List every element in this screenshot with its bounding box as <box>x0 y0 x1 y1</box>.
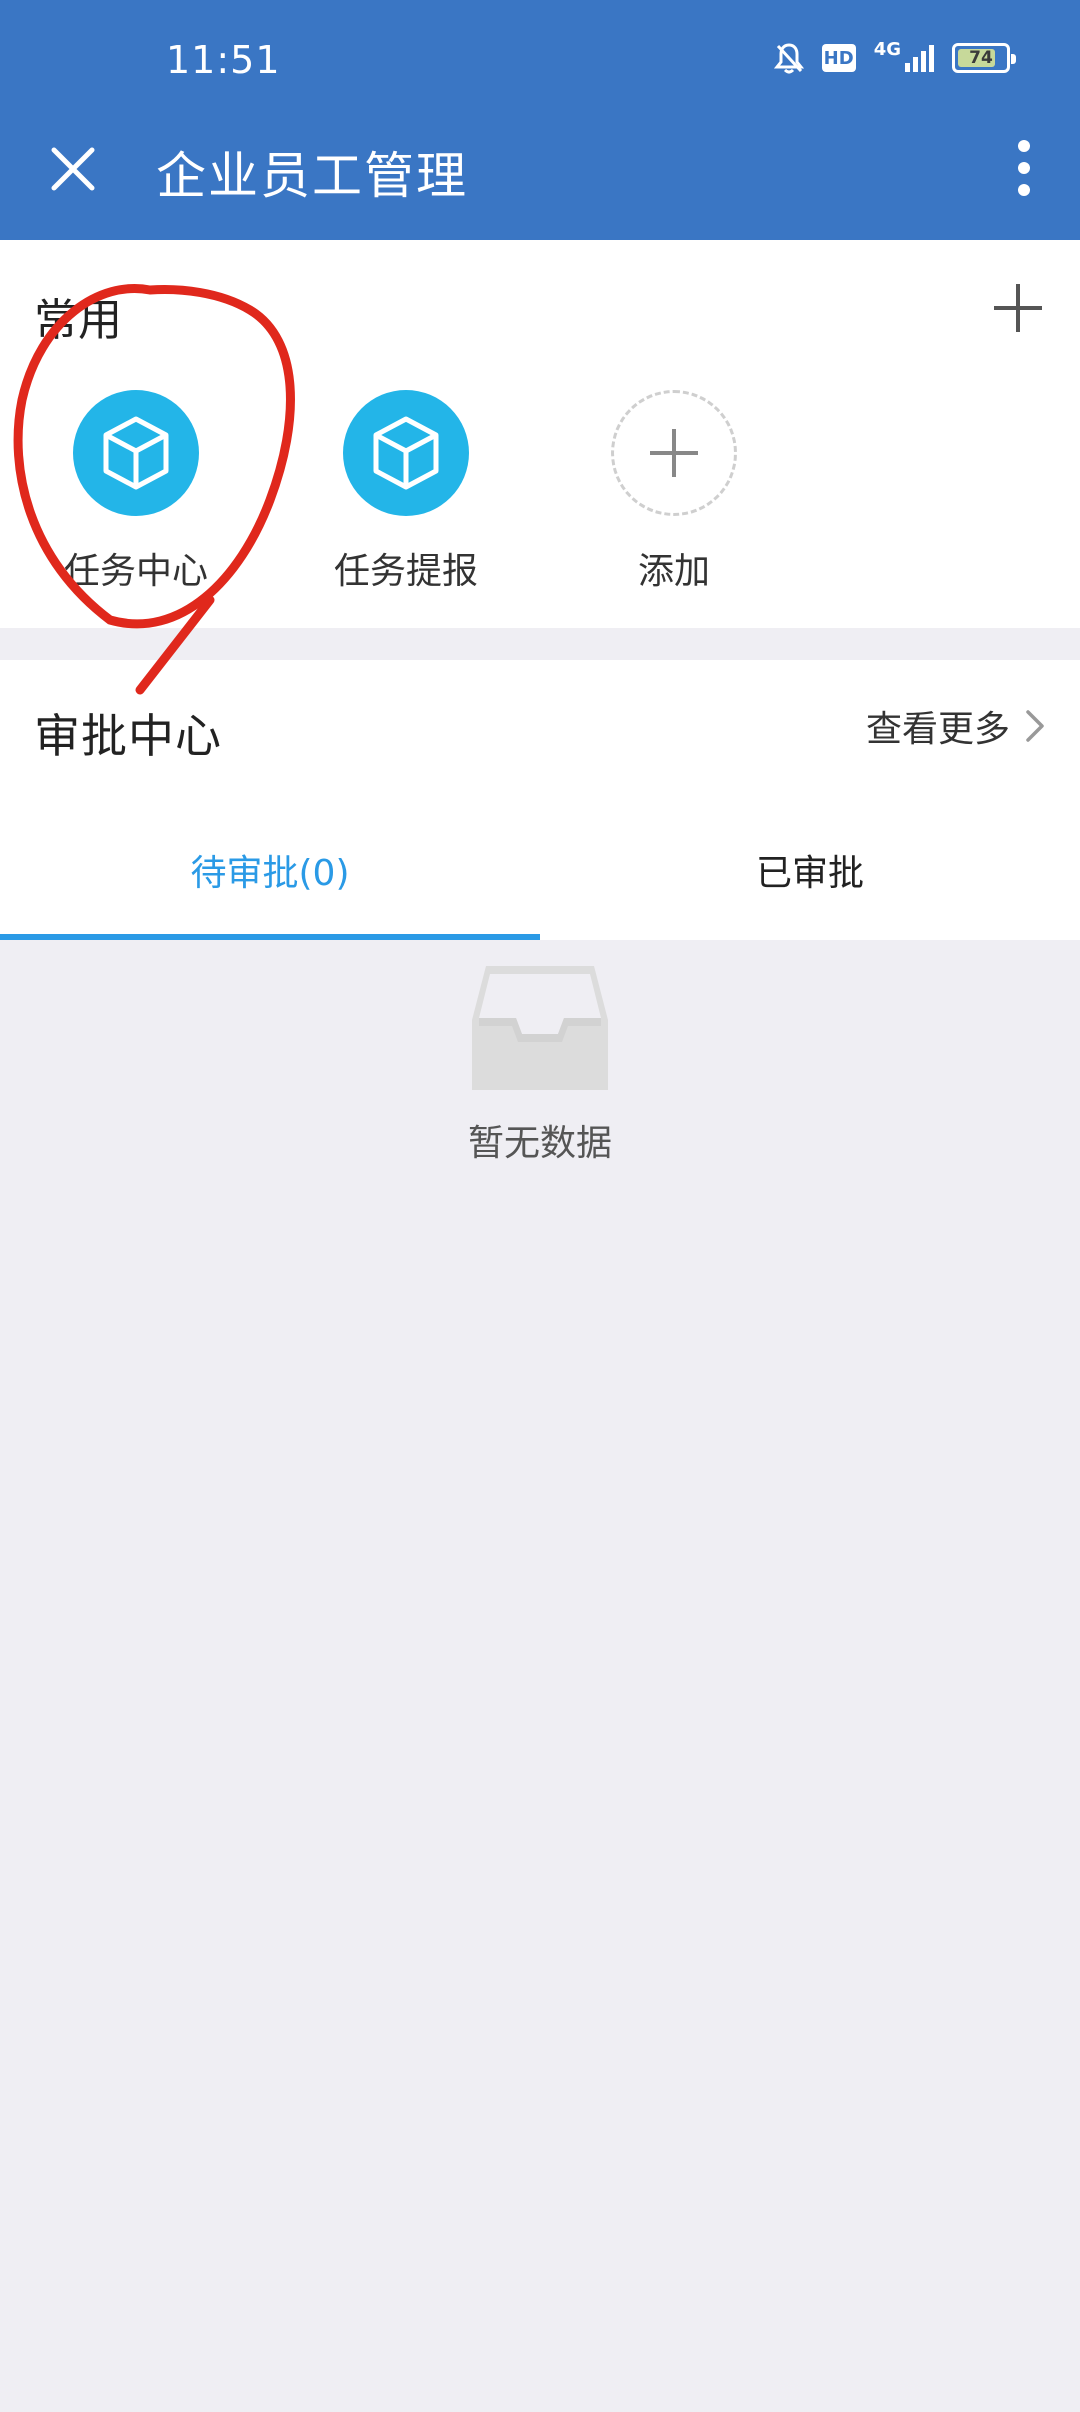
more-dots-icon <box>1018 140 1030 152</box>
common-apps: 任务中心 任务提报 添加 <box>0 390 1080 610</box>
cube-icon <box>343 390 469 516</box>
hd-icon: HD <box>821 44 856 72</box>
approval-tabs: 待审批(0) 已审批 <box>0 800 1080 940</box>
active-tab-indicator <box>0 934 540 940</box>
cube-icon <box>73 390 199 516</box>
app-task-report[interactable]: 任务提报 <box>306 390 506 610</box>
view-more-label: 查看更多 <box>865 709 1010 750</box>
app-label: 任务中心 <box>63 551 208 592</box>
empty-label: 暂无数据 <box>467 1123 612 1164</box>
close-button[interactable] <box>42 138 104 200</box>
status-icons: HD 4G 74 <box>773 39 1016 74</box>
tab-pending[interactable]: 待审批(0) <box>0 800 540 940</box>
common-title: 常用 <box>34 295 122 346</box>
common-section: 常用 任务中心 任务提报 添加 <box>0 240 1080 628</box>
empty-inbox-icon <box>472 966 608 1090</box>
signal-icon: 4G <box>873 39 934 73</box>
status-time: 11:51 <box>166 38 281 82</box>
close-icon <box>51 147 95 191</box>
empty-state: 暂无数据 <box>0 960 1080 1180</box>
tab-approved[interactable]: 已审批 <box>540 800 1080 940</box>
approval-title: 审批中心 <box>34 709 222 763</box>
plus-icon <box>994 284 1042 332</box>
app-label: 添加 <box>637 551 710 592</box>
top-bar: 11:51 HD 4G 74 企业员工管理 <box>0 0 1080 240</box>
signal-label: 4G <box>873 39 901 60</box>
add-common-button[interactable] <box>986 276 1050 340</box>
add-circle-icon <box>611 390 737 516</box>
page-title: 企业员工管理 <box>156 147 468 205</box>
more-options-button[interactable] <box>992 132 1056 204</box>
chevron-right-icon <box>1026 710 1044 742</box>
app-label: 任务提报 <box>333 551 478 592</box>
battery-icon: 74 <box>952 43 1016 73</box>
app-task-center[interactable]: 任务中心 <box>36 390 236 610</box>
bell-mute-icon <box>773 42 804 74</box>
app-screen: 11:51 HD 4G 74 企业员工管理 常用 任务中心 任务提报 添加 审批… <box>0 0 1080 2412</box>
view-more-link[interactable]: 查看更多 <box>866 700 1046 752</box>
battery-level: 74 <box>969 48 993 68</box>
app-add[interactable]: 添加 <box>574 390 774 610</box>
approval-section: 审批中心 查看更多 待审批(0) 已审批 <box>0 660 1080 940</box>
